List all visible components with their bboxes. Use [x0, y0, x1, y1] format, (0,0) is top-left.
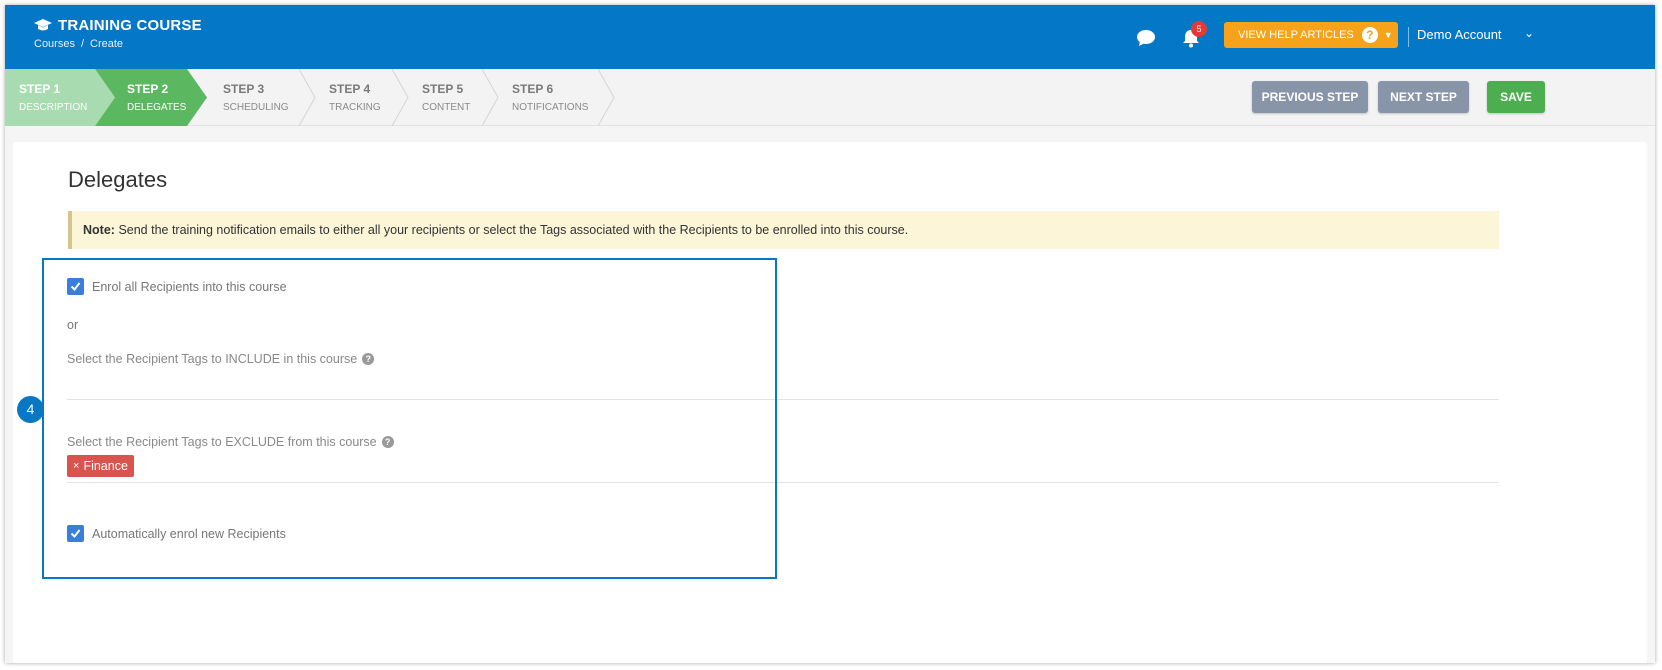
step-number: STEP 5 — [422, 82, 464, 96]
annotation-marker: 4 — [17, 396, 44, 423]
step-number: STEP 2 — [127, 82, 169, 96]
notification-badge: 5 — [1191, 21, 1207, 37]
view-help-articles-button[interactable]: VIEW HELP ARTICLES ? ▼ — [1224, 22, 1398, 48]
note-banner: Note: Send the training notification ema… — [68, 211, 1499, 249]
steps-bar: STEP 1 DESCRIPTION STEP 2 DELEGATES STEP… — [5, 69, 1655, 126]
step-separator — [598, 69, 615, 126]
save-button[interactable]: SAVE — [1487, 81, 1545, 113]
step-label: DESCRIPTION — [19, 102, 88, 113]
account-menu[interactable]: Demo Account — [1417, 27, 1502, 42]
step-content[interactable]: STEP 5 CONTENT — [422, 69, 470, 126]
brand: TRAINING COURSE — [34, 17, 202, 34]
step-number: STEP 4 — [329, 82, 371, 96]
question-icon: ? — [1361, 27, 1378, 43]
next-step-button[interactable]: NEXT STEP — [1378, 81, 1469, 113]
note-text: Send the training notification emails to… — [118, 223, 909, 237]
account-chevron-down-icon[interactable]: ⌄ — [1524, 26, 1534, 40]
chat-icon[interactable] — [1136, 29, 1156, 47]
graduation-cap-icon — [34, 18, 52, 30]
breadcrumb-separator: / — [80, 38, 85, 50]
step-separator — [299, 69, 316, 126]
page-title: TRAINING COURSE — [58, 17, 202, 34]
step-separator — [392, 69, 409, 126]
step-description[interactable]: STEP 1 DESCRIPTION — [5, 69, 115, 126]
step-label: SCHEDULING — [223, 102, 289, 113]
step-separator — [482, 69, 499, 126]
help-button-label: VIEW HELP ARTICLES — [1238, 29, 1354, 41]
step-number: STEP 6 — [512, 82, 554, 96]
previous-step-button[interactable]: PREVIOUS STEP — [1252, 81, 1368, 113]
header-divider — [1408, 27, 1409, 47]
step-label: TRACKING — [329, 102, 381, 113]
step-label: DELEGATES — [127, 102, 187, 113]
breadcrumb-courses[interactable]: Courses — [34, 38, 75, 50]
step-tracking[interactable]: STEP 4 TRACKING — [329, 69, 381, 126]
step-scheduling[interactable]: STEP 3 SCHEDULING — [223, 69, 289, 126]
breadcrumb-create: Create — [90, 38, 124, 50]
breadcrumb: Courses / Create — [34, 38, 129, 50]
top-header: TRAINING COURSE Courses / Create 5 VIEW HE… — [5, 5, 1655, 69]
step-notifications[interactable]: STEP 6 NOTIFICATIONS — [512, 69, 588, 126]
note-label: Note: — [83, 223, 115, 237]
step-label: NOTIFICATIONS — [512, 102, 589, 113]
step-label: CONTENT — [422, 102, 471, 113]
app-window: TRAINING COURSE Courses / Create 5 VIEW HE… — [5, 5, 1655, 663]
step-number: STEP 3 — [223, 82, 265, 96]
section-title: Delegates — [68, 167, 168, 192]
highlight-box — [42, 258, 777, 579]
chevron-down-icon: ▼ — [1383, 30, 1393, 40]
step-number: STEP 1 — [19, 82, 61, 96]
